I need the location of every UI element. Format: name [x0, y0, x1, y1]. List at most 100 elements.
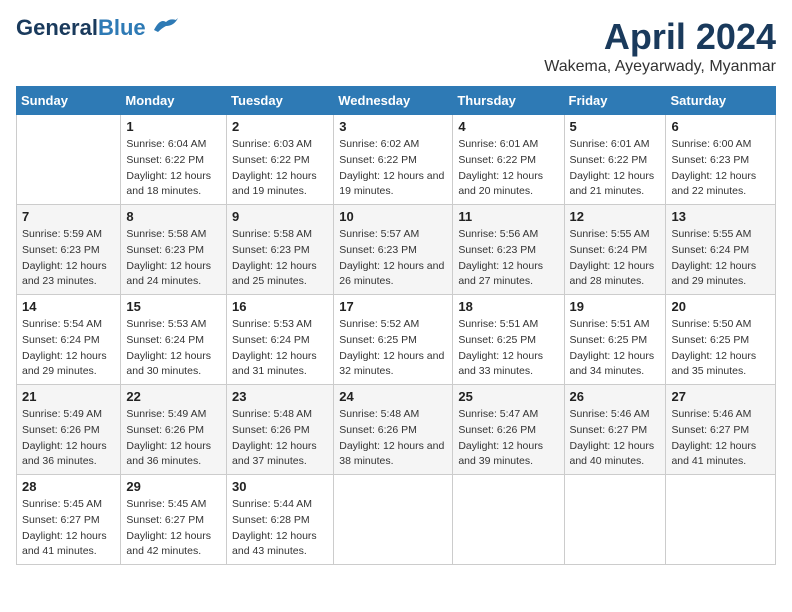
calendar-cell: 22Sunrise: 5:49 AMSunset: 6:26 PMDayligh… [121, 385, 227, 475]
calendar-cell: 15 Sunrise: 5:53 AMSunset: 6:24 PMDayligh… [121, 295, 227, 385]
day-info: Sunrise: 5:54 AMSunset: 6:24 PMDaylight:… [22, 317, 115, 380]
calendar-cell [666, 475, 776, 565]
day-info: Sunrise: 6:04 AMSunset: 6:22 PMDaylight:… [126, 137, 221, 200]
day-number: 26 [570, 389, 661, 404]
day-info: Sunrise: 6:01 AMSunset: 6:22 PMDaylight:… [458, 137, 558, 200]
day-number: 6 [671, 119, 770, 134]
weekday-header: Thursday [453, 87, 564, 115]
day-info: Sunrise: 5:57 AMSunset: 6:23 PMDaylight:… [339, 227, 447, 290]
calendar-header-row: SundayMondayTuesdayWednesdayThursdayFrid… [17, 87, 776, 115]
calendar-cell: 13Sunrise: 5:55 AMSunset: 6:24 PMDayligh… [666, 205, 776, 295]
logo-bird-icon [152, 16, 180, 39]
day-number: 1 [126, 119, 221, 134]
day-info: Sunrise: 5:47 AMSunset: 6:26 PMDaylight:… [458, 407, 558, 470]
day-info: Sunrise: 5:45 AMSunset: 6:27 PMDaylight:… [126, 497, 221, 560]
day-number: 13 [671, 209, 770, 224]
day-number: 27 [671, 389, 770, 404]
page-header: GeneralBlue April 2024 Wakema, Ayeyarwad… [16, 16, 776, 76]
day-info: Sunrise: 5:46 AMSunset: 6:27 PMDaylight:… [671, 407, 770, 470]
day-number: 30 [232, 479, 328, 494]
day-number: 19 [570, 299, 661, 314]
calendar-cell [334, 475, 453, 565]
weekday-header: Saturday [666, 87, 776, 115]
calendar-cell: 23 Sunrise: 5:48 AMSunset: 6:26 PMDayligh… [227, 385, 334, 475]
day-number: 18 [458, 299, 558, 314]
day-number: 25 [458, 389, 558, 404]
calendar-cell: 11 Sunrise: 5:56 AMSunset: 6:23 PMDayligh… [453, 205, 564, 295]
day-info: Sunrise: 5:58 AMSunset: 6:23 PMDaylight:… [232, 227, 328, 290]
day-info: Sunrise: 5:44 AMSunset: 6:28 PMDaylight:… [232, 497, 328, 560]
day-info: Sunrise: 5:50 AMSunset: 6:25 PMDaylight:… [671, 317, 770, 380]
day-number: 5 [570, 119, 661, 134]
day-info: Sunrise: 5:53 AMSunset: 6:24 PMDaylight:… [126, 317, 221, 380]
calendar-cell: 3Sunrise: 6:02 AMSunset: 6:22 PMDaylight… [334, 115, 453, 205]
day-number: 21 [22, 389, 115, 404]
calendar-week-row: 7 Sunrise: 5:59 AMSunset: 6:23 PMDaylight… [17, 205, 776, 295]
day-number: 11 [458, 209, 558, 224]
day-number: 20 [671, 299, 770, 314]
calendar-cell: 20 Sunrise: 5:50 AMSunset: 6:25 PMDayligh… [666, 295, 776, 385]
calendar-cell [453, 475, 564, 565]
day-number: 15 [126, 299, 221, 314]
calendar-cell: 18 Sunrise: 5:51 AMSunset: 6:25 PMDayligh… [453, 295, 564, 385]
calendar-cell: 14 Sunrise: 5:54 AMSunset: 6:24 PMDayligh… [17, 295, 121, 385]
day-number: 28 [22, 479, 115, 494]
calendar-cell: 28 Sunrise: 5:45 AMSunset: 6:27 PMDayligh… [17, 475, 121, 565]
calendar-cell: 21 Sunrise: 5:49 AMSunset: 6:26 PMDayligh… [17, 385, 121, 475]
logo: GeneralBlue [16, 16, 180, 40]
calendar-cell: 5 Sunrise: 6:01 AMSunset: 6:22 PMDaylight… [564, 115, 666, 205]
day-info: Sunrise: 5:58 AMSunset: 6:23 PMDaylight:… [126, 227, 221, 290]
calendar-week-row: 1 Sunrise: 6:04 AMSunset: 6:22 PMDaylight… [17, 115, 776, 205]
day-info: Sunrise: 5:49 AMSunset: 6:26 PMDaylight:… [22, 407, 115, 470]
day-info: Sunrise: 6:00 AMSunset: 6:23 PMDaylight:… [671, 137, 770, 200]
day-number: 29 [126, 479, 221, 494]
calendar-cell: 27 Sunrise: 5:46 AMSunset: 6:27 PMDayligh… [666, 385, 776, 475]
day-info: Sunrise: 5:51 AMSunset: 6:25 PMDaylight:… [458, 317, 558, 380]
day-number: 10 [339, 209, 447, 224]
day-number: 24 [339, 389, 447, 404]
calendar-week-row: 21 Sunrise: 5:49 AMSunset: 6:26 PMDayligh… [17, 385, 776, 475]
calendar-cell: 25 Sunrise: 5:47 AMSunset: 6:26 PMDayligh… [453, 385, 564, 475]
calendar-week-row: 14 Sunrise: 5:54 AMSunset: 6:24 PMDayligh… [17, 295, 776, 385]
calendar-cell: 2Sunrise: 6:03 AMSunset: 6:22 PMDaylight… [227, 115, 334, 205]
day-info: Sunrise: 5:59 AMSunset: 6:23 PMDaylight:… [22, 227, 115, 290]
calendar-week-row: 28 Sunrise: 5:45 AMSunset: 6:27 PMDayligh… [17, 475, 776, 565]
calendar-cell: 4 Sunrise: 6:01 AMSunset: 6:22 PMDaylight… [453, 115, 564, 205]
day-info: Sunrise: 5:52 AMSunset: 6:25 PMDaylight:… [339, 317, 447, 380]
day-number: 16 [232, 299, 328, 314]
day-number: 22 [126, 389, 221, 404]
day-info: Sunrise: 5:48 AMSunset: 6:26 PMDaylight:… [232, 407, 328, 470]
calendar-cell: 30 Sunrise: 5:44 AMSunset: 6:28 PMDayligh… [227, 475, 334, 565]
weekday-header: Friday [564, 87, 666, 115]
calendar-cell [17, 115, 121, 205]
day-number: 8 [126, 209, 221, 224]
weekday-header: Wednesday [334, 87, 453, 115]
day-info: Sunrise: 5:51 AMSunset: 6:25 PMDaylight:… [570, 317, 661, 380]
calendar-cell: 19 Sunrise: 5:51 AMSunset: 6:25 PMDayligh… [564, 295, 666, 385]
title-block: April 2024 Wakema, Ayeyarwady, Myanmar [544, 16, 776, 76]
day-info: Sunrise: 5:56 AMSunset: 6:23 PMDaylight:… [458, 227, 558, 290]
day-number: 14 [22, 299, 115, 314]
day-number: 7 [22, 209, 115, 224]
day-number: 4 [458, 119, 558, 134]
day-info: Sunrise: 6:01 AMSunset: 6:22 PMDaylight:… [570, 137, 661, 200]
calendar-cell: 26Sunrise: 5:46 AMSunset: 6:27 PMDayligh… [564, 385, 666, 475]
day-number: 9 [232, 209, 328, 224]
calendar-cell [564, 475, 666, 565]
day-info: Sunrise: 6:02 AMSunset: 6:22 PMDaylight:… [339, 137, 447, 200]
day-info: Sunrise: 5:48 AMSunset: 6:26 PMDaylight:… [339, 407, 447, 470]
weekday-header: Sunday [17, 87, 121, 115]
day-number: 17 [339, 299, 447, 314]
day-number: 2 [232, 119, 328, 134]
day-info: Sunrise: 5:45 AMSunset: 6:27 PMDaylight:… [22, 497, 115, 560]
day-info: Sunrise: 5:55 AMSunset: 6:24 PMDaylight:… [570, 227, 661, 290]
location: Wakema, Ayeyarwady, Myanmar [544, 58, 776, 76]
weekday-header: Monday [121, 87, 227, 115]
calendar-cell: 6 Sunrise: 6:00 AMSunset: 6:23 PMDaylight… [666, 115, 776, 205]
calendar-cell: 29 Sunrise: 5:45 AMSunset: 6:27 PMDayligh… [121, 475, 227, 565]
calendar-table: SundayMondayTuesdayWednesdayThursdayFrid… [16, 86, 776, 565]
calendar-cell: 24 Sunrise: 5:48 AMSunset: 6:26 PMDayligh… [334, 385, 453, 475]
calendar-cell: 17 Sunrise: 5:52 AMSunset: 6:25 PMDayligh… [334, 295, 453, 385]
day-number: 23 [232, 389, 328, 404]
month-title: April 2024 [544, 16, 776, 58]
